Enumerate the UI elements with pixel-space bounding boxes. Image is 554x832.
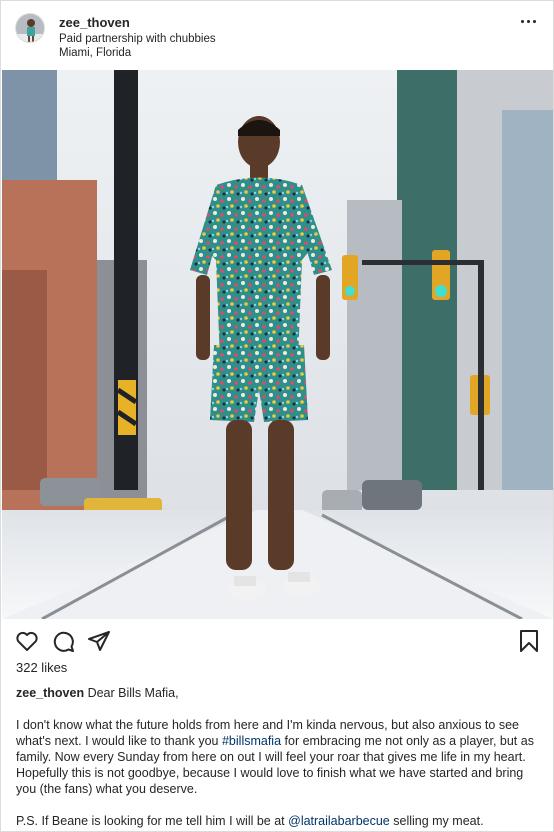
- post-photo[interactable]: [2, 70, 553, 619]
- mention-link[interactable]: @latrailabarbecue: [288, 814, 390, 828]
- likes-count[interactable]: 322 likes: [16, 660, 67, 675]
- caption-username[interactable]: zee_thoven: [16, 686, 84, 700]
- caption-greeting-line: zee_thoven Dear Bills Mafia,: [16, 685, 536, 701]
- post-location[interactable]: Miami, Florida: [59, 47, 131, 59]
- post-header: zee_thoven Paid partnership with chubbie…: [1, 1, 553, 69]
- more-options-icon[interactable]: [521, 15, 537, 27]
- post-card: zee_thoven Paid partnership with chubbie…: [0, 0, 554, 832]
- caption-paragraph-2: P.S. If Beane is looking for me tell him…: [16, 813, 536, 829]
- caption-text: selling my meat.: [389, 814, 484, 828]
- bookmark-icon[interactable]: [517, 629, 541, 653]
- share-icon[interactable]: [87, 629, 111, 653]
- action-bar: [1, 625, 553, 657]
- hashtag-link[interactable]: #billsmafia: [222, 734, 281, 748]
- heart-icon[interactable]: [15, 629, 39, 653]
- post-caption: zee_thoven Dear Bills Mafia, I don't kno…: [16, 685, 536, 829]
- comment-icon[interactable]: [51, 629, 75, 653]
- avatar[interactable]: [15, 13, 45, 43]
- caption-greeting: Dear Bills Mafia,: [87, 686, 179, 700]
- caption-text: P.S. If Beane is looking for me tell him…: [16, 814, 289, 828]
- caption-paragraph-1: I don't know what the future holds from …: [16, 717, 536, 797]
- post-username[interactable]: zee_thoven: [59, 15, 130, 30]
- paid-partnership-label[interactable]: Paid partnership with chubbies: [59, 33, 216, 45]
